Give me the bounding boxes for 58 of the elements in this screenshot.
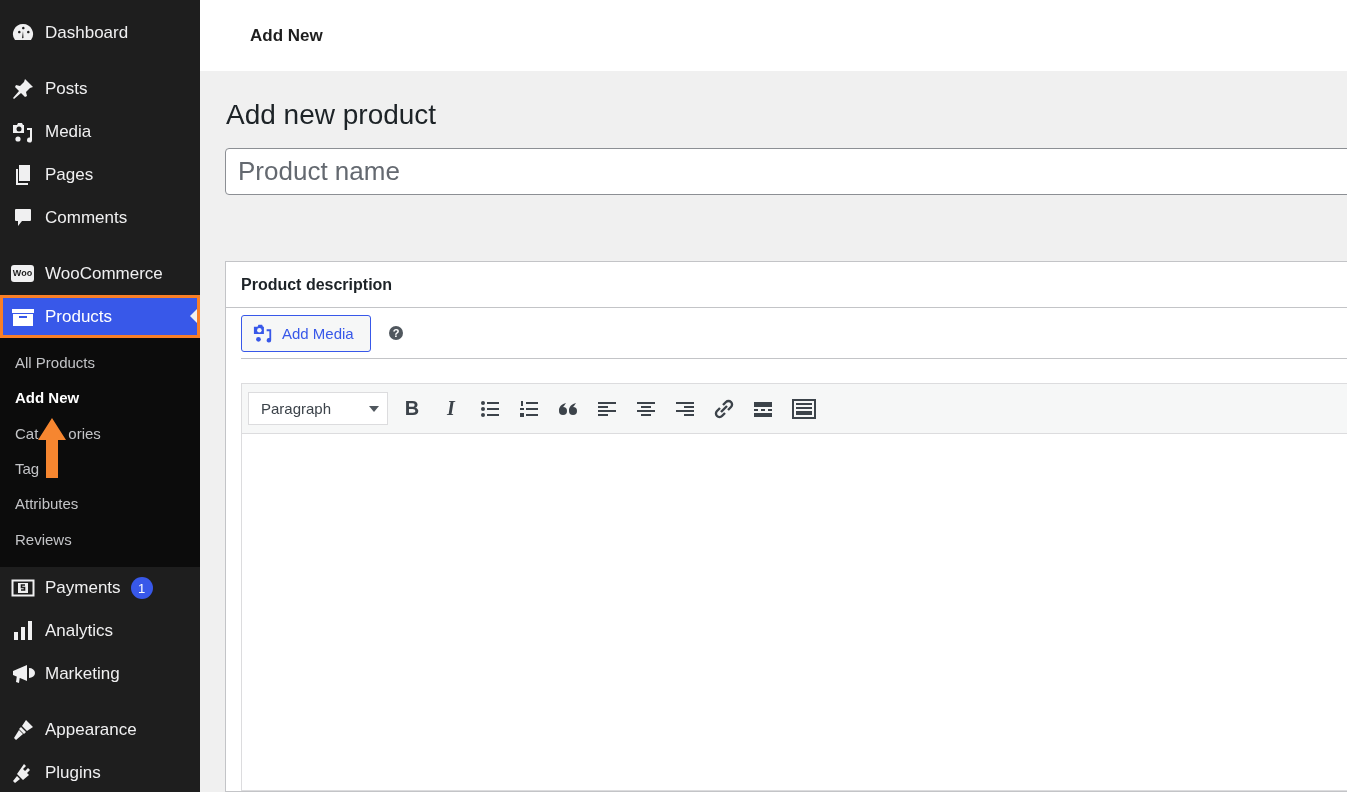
- sidebar-item[interactable]: Marketing: [0, 652, 200, 696]
- notification-count: 1: [130, 577, 153, 600]
- woo-logo-icon: Woo: [10, 265, 35, 282]
- menu-label: Comments: [45, 207, 128, 228]
- menu-label: Appearance: [45, 720, 137, 741]
- camera-music-icon: [252, 323, 274, 343]
- menu-label-start: Cat: [15, 424, 39, 442]
- menu-label: Analytics: [45, 621, 114, 642]
- megaphone-icon: [10, 663, 35, 686]
- format-button[interactable]: I: [441, 397, 461, 420]
- format-select[interactable]: Paragraph: [248, 392, 388, 425]
- bullet-list-icon[interactable]: [480, 398, 500, 419]
- sidebar-item[interactable]: Appearance: [0, 708, 200, 752]
- bar-chart-icon: [11, 620, 34, 643]
- caret-icon: [369, 405, 379, 412]
- sidebar-item[interactable]: Comments: [0, 196, 200, 239]
- sidebar-item[interactable]: Plugins: [0, 751, 200, 792]
- camera-music-icon: [11, 120, 34, 143]
- menu-label: Plugins: [45, 763, 101, 784]
- product-name-field[interactable]: Product name: [225, 148, 1347, 195]
- submenu-item[interactable]: All Products: [0, 345, 200, 381]
- menu-label: Media: [45, 121, 92, 142]
- annotation-arrow: [38, 418, 66, 478]
- add-media-button[interactable]: Add Media: [241, 314, 371, 352]
- menu-label-end: ories: [68, 424, 101, 442]
- gauge-icon: [11, 22, 34, 43]
- submenu-item[interactable]: Add New: [0, 380, 200, 416]
- menu-label: Pages: [45, 164, 94, 185]
- money-icon: [10, 578, 35, 599]
- link-icon[interactable]: [714, 398, 734, 419]
- pin-icon: [11, 77, 34, 100]
- format-button[interactable]: B: [402, 397, 422, 420]
- sidebar-item[interactable]: Payments 1: [0, 566, 200, 610]
- menu-label: Posts: [45, 78, 88, 99]
- page-heading: Add new product: [226, 98, 438, 132]
- menu-label: WooCommerce: [45, 263, 163, 284]
- submenu-item[interactable]: Attributes: [0, 486, 200, 522]
- help-icon[interactable]: ?: [389, 326, 403, 340]
- menu-label: Marketing: [45, 664, 120, 685]
- submenu-item[interactable]: Reviews: [0, 521, 200, 557]
- archive-box-icon: [10, 306, 35, 327]
- sidebar-item[interactable]: Media: [0, 110, 200, 153]
- sidebar-item[interactable]: Dashboard: [0, 11, 200, 54]
- submenu-item[interactable]: Tag: [0, 450, 200, 487]
- sidebar-item[interactable]: Pages: [0, 153, 200, 196]
- sidebar-item[interactable]: Products: [0, 295, 200, 338]
- menu-label: Payments: [45, 578, 121, 599]
- paintbrush-icon: [11, 719, 34, 742]
- numbered-list-icon[interactable]: [519, 398, 539, 419]
- sidebar-item[interactable]: Analytics: [0, 609, 200, 653]
- panel-title: Product description: [241, 275, 393, 294]
- sidebar-item[interactable]: Posts: [0, 67, 200, 110]
- menu-label: Dashboard: [45, 22, 129, 43]
- keyboard-icon[interactable]: [792, 398, 816, 419]
- sidebar-item[interactable]: Woo WooCommerce: [0, 252, 200, 295]
- page-title: Add New: [250, 25, 323, 46]
- menu-label: Products: [45, 306, 113, 327]
- submenu-item[interactable]: Cat ories: [0, 415, 200, 451]
